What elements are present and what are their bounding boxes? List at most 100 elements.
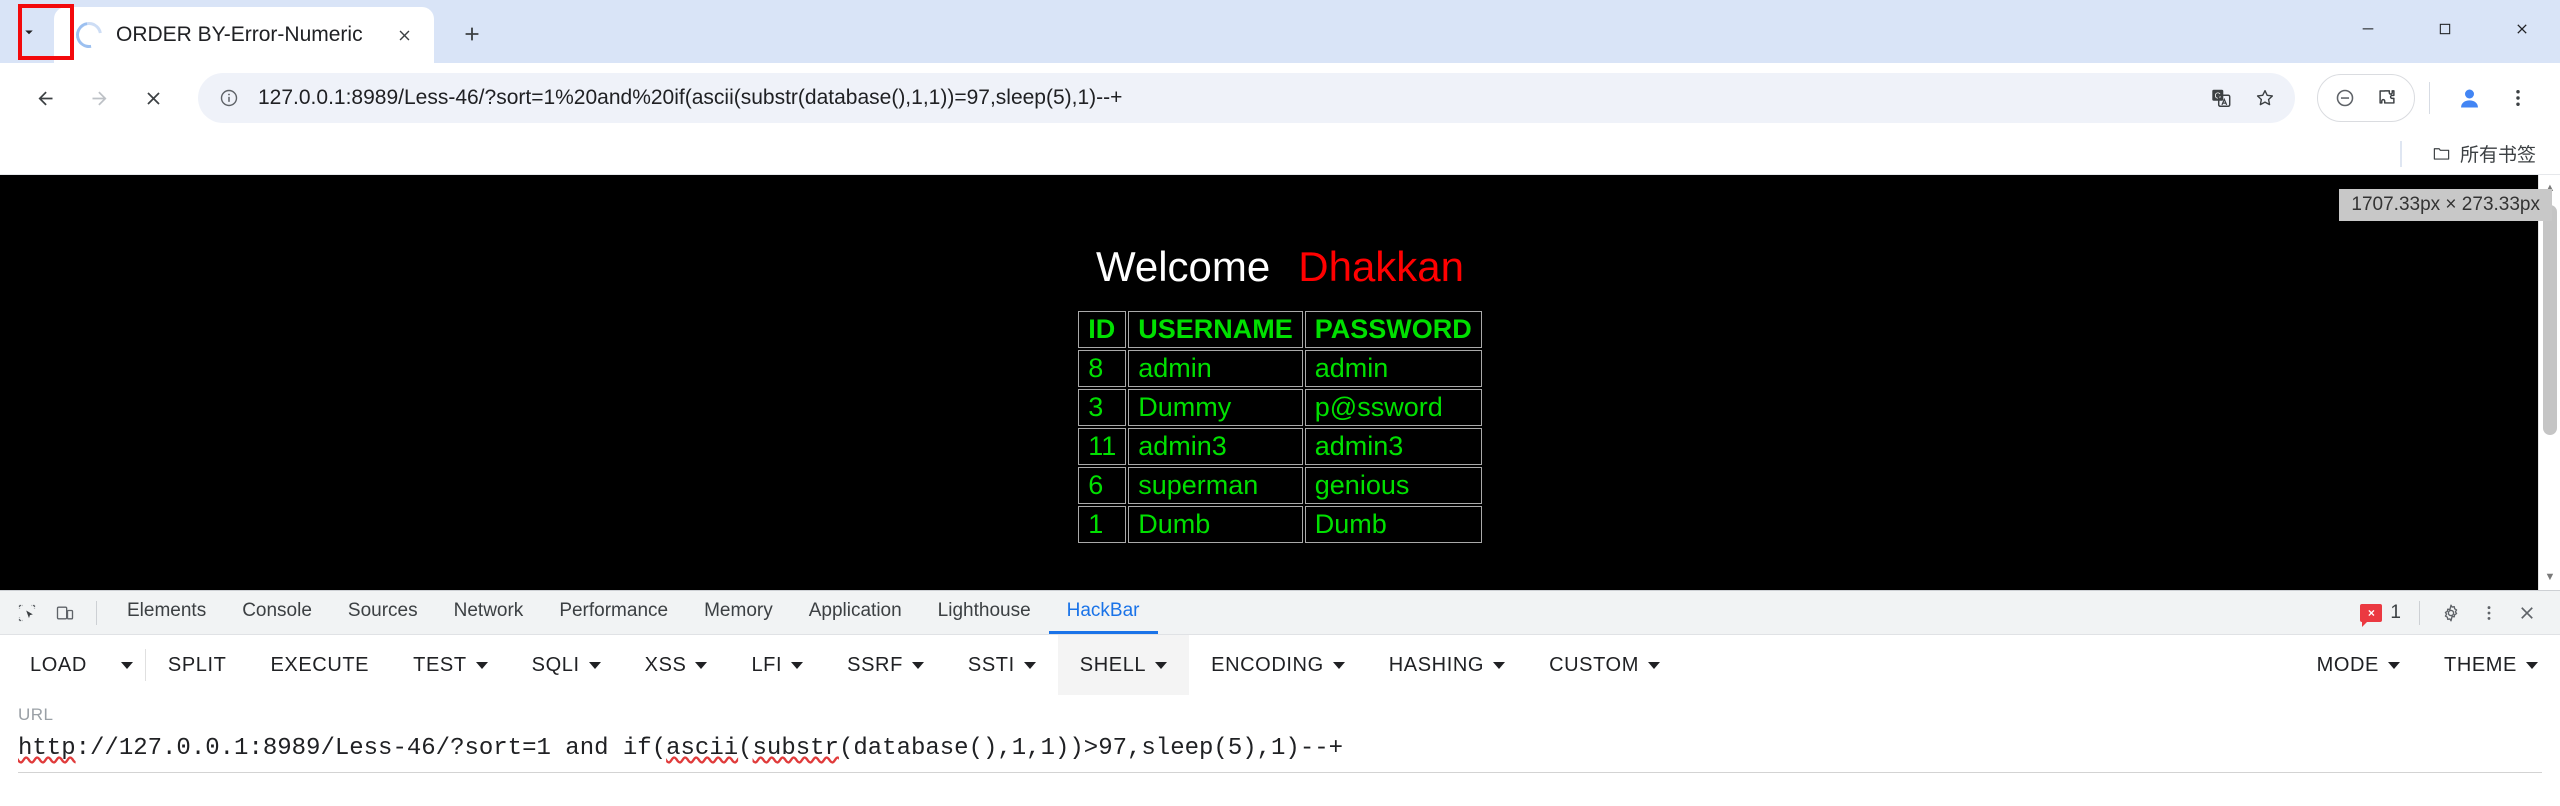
caret-down-icon [911,661,924,669]
error-badge[interactable]: × 1 [2360,601,2401,627]
page-viewport: 1707.33px × 273.33px Welcome Dhakkan ID U… [0,175,2560,590]
address-bar-url: 127.0.0.1:8989/Less-46/?sort=1%20and%20i… [258,86,1123,109]
cell-id: 1 [1078,506,1127,543]
hackbar-mode-button[interactable]: MODE [2295,635,2422,695]
caret-down-icon [791,661,804,669]
caret-down-icon [2526,661,2538,669]
hackbar-encoding-button[interactable]: ENCODING [1189,635,1367,695]
chevron-down-icon [25,30,33,35]
caret-down-icon [475,661,488,669]
loading-spinner [70,16,108,54]
tab-network[interactable]: Network [436,591,542,634]
browser-toolbar: 127.0.0.1:8989/Less-46/?sort=1%20and%20i… [0,63,2560,133]
scrollbar-thumb[interactable] [2543,205,2557,435]
extensions-button[interactable] [2366,77,2408,119]
tab-application[interactable]: Application [791,591,920,634]
cell-password: Dumb [1304,506,1482,543]
page-scrollbar[interactable]: ▲ ▼ [2538,175,2560,590]
error-count: 1 [2390,601,2401,623]
tab-console[interactable]: Console [224,591,330,634]
hackbar-encoding-label: ENCODING [1211,653,1324,676]
site-info-icon[interactable] [212,81,246,115]
devtools-more-button[interactable] [2470,594,2508,632]
hackbar-hashing-button[interactable]: HASHING [1367,635,1527,695]
hackbar-custom-button[interactable]: CUSTOM [1527,635,1682,695]
tab-search-button[interactable] [6,9,52,55]
caret-down-icon [695,661,708,669]
cell-password: genious [1304,467,1482,504]
hackbar-xss-button[interactable]: XSS [623,635,730,695]
browser-tab[interactable]: ORDER BY-Error-Numeric [54,7,434,63]
address-bar[interactable]: 127.0.0.1:8989/Less-46/?sort=1%20and%20i… [198,73,2295,123]
caret-down-icon [1023,661,1036,669]
caret-down-icon [2388,661,2400,669]
devtools-settings-button[interactable] [2432,594,2470,632]
cell-username: Dumb [1128,506,1303,543]
caret-down-icon [1493,661,1506,669]
tab-hackbar[interactable]: HackBar [1048,591,1158,634]
blocked-content-button[interactable] [2324,77,2366,119]
stop-loading-button[interactable] [126,71,180,125]
bookmark-star-button[interactable] [2243,76,2287,120]
hackbar-url-part-substr: substr [752,735,839,762]
hackbar-lfi-label: LFI [751,653,783,676]
puzzle-piece-icon [2378,90,2395,104]
hackbar-url-part-2: ://127.0.0.1:8989/Less-46/?sort=1 and if… [75,735,667,762]
page-content: Welcome Dhakkan ID USERNAME PASSWORD 8 ad… [0,175,2560,545]
results-table: ID USERNAME PASSWORD 8 admin admin 3 Dum… [1076,309,1484,545]
scroll-down-arrow[interactable]: ▼ [2539,566,2560,588]
tab-sources[interactable]: Sources [330,591,436,634]
hackbar-sqli-button[interactable]: SQLI [510,635,623,695]
tab-memory[interactable]: Memory [686,591,791,634]
devtools-divider [2419,600,2420,625]
table-header-row: ID USERNAME PASSWORD [1078,311,1482,348]
hackbar-load-dropdown[interactable] [109,635,145,695]
column-header-id: ID [1078,311,1127,348]
hackbar-test-button[interactable]: TEST [391,635,510,695]
new-tab-button[interactable] [448,10,496,58]
minimize-button[interactable] [2329,0,2406,58]
hackbar-theme-button[interactable]: THEME [2422,635,2560,695]
hackbar-split-button[interactable]: SPLIT [146,635,249,695]
all-bookmarks-label: 所有书签 [2459,145,2536,166]
tab-performance[interactable]: Performance [541,591,686,634]
tab-lighthouse[interactable]: Lighthouse [920,591,1049,634]
cell-password: admin3 [1304,428,1482,465]
avatar-icon [2460,89,2478,107]
close-window-button[interactable] [2483,0,2560,58]
close-icon [399,30,409,40]
three-dots-vertical-icon [2487,605,2491,620]
maximize-button[interactable] [2406,0,2483,58]
profile-avatar-button[interactable] [2444,73,2494,123]
hackbar-execute-button[interactable]: EXECUTE [248,635,391,695]
bookmarks-divider [2400,140,2402,167]
hackbar-ssti-label: SSTI [967,653,1015,676]
devtools-close-button[interactable] [2508,594,2546,632]
devtools-divider [96,600,97,625]
hackbar-url-input[interactable]: http://127.0.0.1:8989/Less-46/?sort=1 an… [18,735,2542,773]
tab-elements[interactable]: Elements [109,591,224,634]
hackbar-toolbar: LOAD SPLIT EXECUTE TEST SQLI XSS LFI SSR… [0,635,2560,695]
hackbar-ssrf-button[interactable]: SSRF [825,635,946,695]
inspect-element-button[interactable] [8,594,46,632]
devtools-toolbar-right: × 1 [2360,594,2560,632]
hackbar-url-part-ascii: ascii [666,735,739,762]
hackbar-shell-button[interactable]: SHELL [1057,635,1190,695]
browser-menu-button[interactable] [2494,73,2542,123]
toolbar-divider [2428,82,2430,114]
hackbar-url-part-scheme: http [18,735,76,762]
back-button[interactable] [18,71,72,125]
all-bookmarks-button[interactable]: 所有书签 [2424,136,2544,171]
hackbar-lfi-button[interactable]: LFI [729,635,825,695]
cell-username: superman [1128,467,1303,504]
close-tab-button[interactable] [384,15,424,55]
tab-title: ORDER BY-Error-Numeric [116,23,363,46]
arrow-left-icon [38,91,52,105]
folder-icon [2433,148,2450,160]
device-toolbar-toggle-button[interactable] [46,594,84,632]
hackbar-ssti-button[interactable]: SSTI [946,635,1058,695]
translate-button[interactable]: G [2199,76,2243,120]
forward-button[interactable] [72,71,126,125]
hackbar-load-button[interactable]: LOAD [8,635,109,695]
hackbar-custom-label: CUSTOM [1549,653,1639,676]
